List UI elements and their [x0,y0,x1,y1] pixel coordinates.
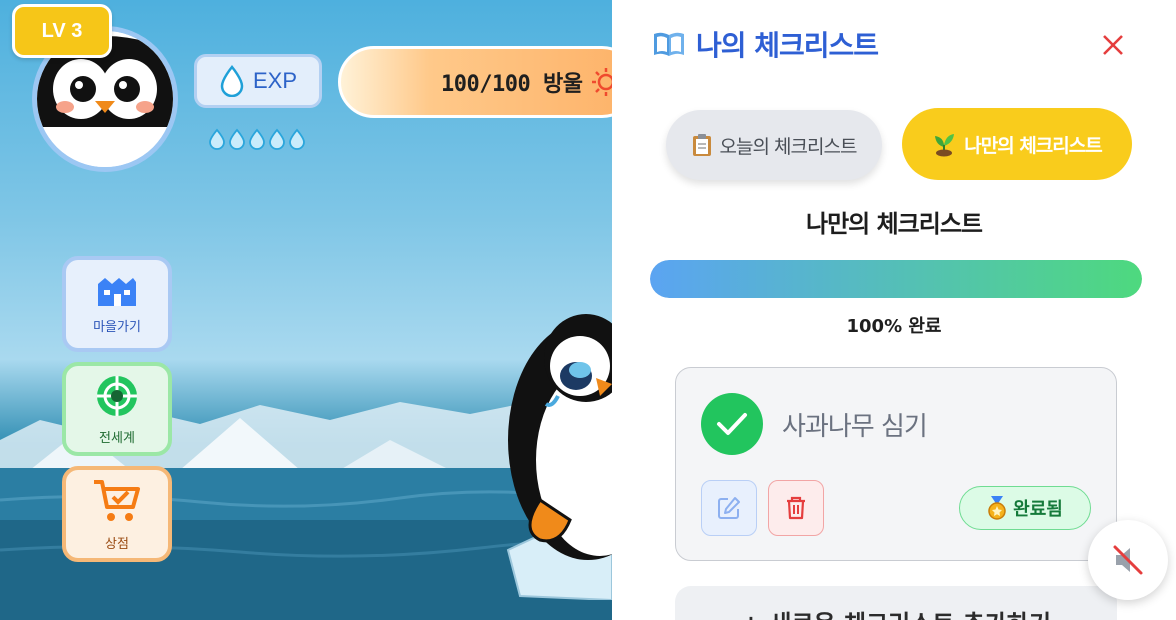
done-badge: 완료됨 [959,486,1091,530]
drop-icon [268,128,286,150]
edit-icon [718,497,740,519]
delete-button[interactable] [768,480,824,536]
drop-icon [248,128,266,150]
drop-icon [208,128,226,150]
game-scene: LV 3 EXP 100/100 방울 마을가기 전세계 상점 [0,0,612,620]
tab-my-checklist[interactable]: 나만의 체크리스트 [902,108,1132,180]
close-icon [1103,35,1123,55]
clipboard-icon [692,134,711,156]
water-value: 100/100 방울 [441,72,583,97]
trash-icon [787,496,805,520]
tab-today-checklist[interactable]: 오늘의 체크리스트 [666,110,882,180]
tab-today-label: 오늘의 체크리스트 [719,135,858,158]
water-drop-icon [220,65,244,97]
add-checklist-label: + 새로운 체크리스트 추가하기 [741,604,1051,620]
panel-header: 나의 체크리스트 [652,24,879,64]
panel-title: 나의 체크리스트 [696,29,879,62]
task-card: 사과나무 심기 완료됨 [675,367,1117,561]
task-done-toggle[interactable] [701,393,763,455]
world-button[interactable]: 전세계 [62,362,172,456]
penguin-character[interactable] [500,300,612,600]
drop-icon [288,128,306,150]
tab-mine-label: 나만의 체크리스트 [964,134,1102,157]
mute-button[interactable] [1088,520,1168,600]
drop-icon [228,128,246,150]
shop-button[interactable]: 상점 [62,466,172,562]
section-title: 나만의 체크리스트 [806,210,983,238]
medal-icon [988,496,1006,520]
shop-label: 상점 [105,536,129,552]
done-badge-label: 완료됨 [1013,499,1063,520]
progress-text: 100% 완료 [846,316,942,337]
shopping-cart-icon [94,479,140,521]
village-icon [98,277,136,306]
exp-display: EXP [194,54,322,108]
checkmark-icon [717,413,747,435]
exp-label: EXP [252,68,298,93]
sprout-icon [935,134,955,157]
sun-icon [592,68,612,96]
water-counter: 100/100 방울 [338,46,612,118]
checklist-panel: 나의 체크리스트 오늘의 체크리스트 나만의 체크리스트 나만의 체크리스트 1… [612,0,1176,620]
level-badge: LV 3 [12,4,112,58]
globe-target-icon [97,375,137,416]
world-label: 전세계 [99,430,135,446]
speaker-muted-icon [1113,545,1143,575]
task-text: 사과나무 심기 [782,412,928,442]
village-label: 마을가기 [93,319,141,335]
progress-fill [650,260,1142,298]
exp-drops [208,128,306,150]
edit-button[interactable] [701,480,757,536]
village-button[interactable]: 마을가기 [62,256,172,352]
close-button[interactable] [1096,28,1130,62]
progress-bar [650,260,1142,298]
add-checklist-button[interactable]: + 새로운 체크리스트 추가하기 [675,586,1117,620]
open-book-icon [654,32,684,56]
